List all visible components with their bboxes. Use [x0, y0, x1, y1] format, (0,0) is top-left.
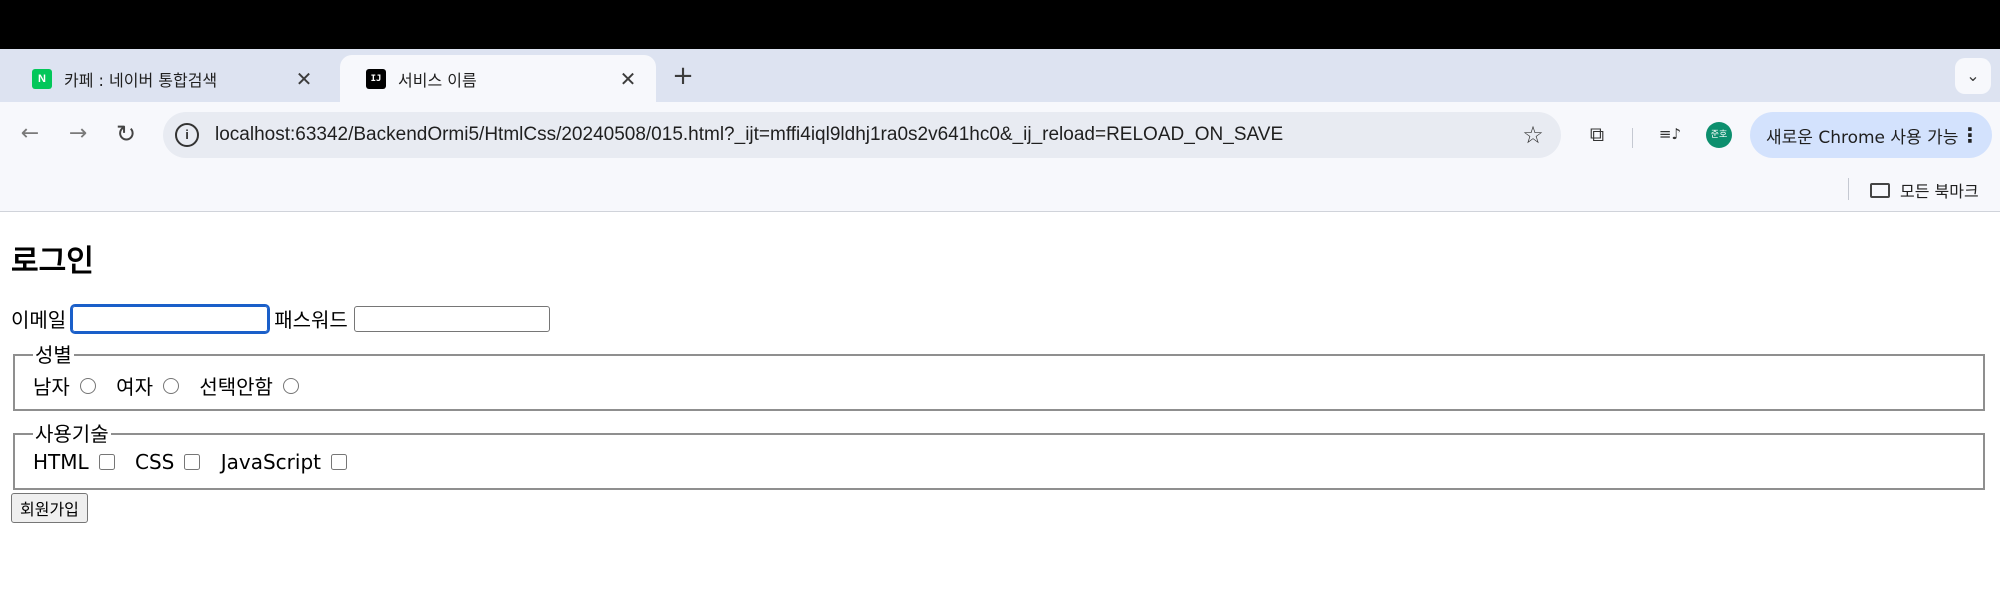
reload-button[interactable]: ↻	[108, 116, 144, 152]
gender-option-label: 남자	[33, 375, 70, 399]
gender-radio-male[interactable]	[79, 377, 96, 394]
tab-title: 서비스 이름	[398, 70, 477, 90]
tab-service-name[interactable]: IJ 서비스 이름 ✕	[340, 55, 656, 102]
site-info-icon[interactable]: i	[175, 123, 199, 147]
gender-legend: 성별	[35, 343, 72, 367]
skill-option-css: CSS	[135, 450, 206, 474]
page-content: 로그인 이메일 패스워드 성별 남자 여자 선택안함 사용기술 HTML CSS	[0, 212, 2000, 609]
bookmarks-divider	[1848, 178, 1849, 200]
naver-favicon-icon: N	[32, 68, 52, 89]
tab-search-button[interactable]: ⌄	[1955, 58, 1991, 94]
password-label: 패스워드	[274, 308, 348, 332]
more-vert-icon[interactable]: ⋮	[1960, 123, 1980, 147]
update-label: 새로운 Chrome 사용 가능	[1766, 127, 1959, 148]
skills-fieldset: 사용기술 HTML CSS JavaScript	[13, 424, 1985, 490]
gender-option-female: 여자	[116, 371, 185, 400]
signup-button[interactable]: 회원가입	[11, 493, 88, 523]
login-row: 이메일 패스워드	[11, 303, 556, 334]
skill-option-label: JavaScript	[220, 450, 321, 474]
close-icon[interactable]: ✕	[616, 67, 640, 91]
skill-option-label: HTML	[33, 450, 89, 474]
gender-option-male: 남자	[33, 371, 102, 400]
page-title: 로그인	[11, 244, 94, 279]
all-bookmarks-button[interactable]: 모든 북마크	[1870, 176, 1979, 204]
skill-option-label: CSS	[135, 450, 175, 474]
email-label: 이메일	[11, 308, 67, 332]
extensions-button[interactable]: ⧉	[1579, 116, 1615, 152]
puzzle-icon: ⧉	[1589, 122, 1605, 146]
gender-option-none: 선택안함	[199, 371, 305, 400]
password-field[interactable]	[353, 305, 550, 332]
back-button[interactable]: ←	[12, 116, 48, 152]
folder-icon	[1870, 182, 1890, 198]
email-field[interactable]	[70, 303, 271, 334]
skill-option-html: HTML	[33, 450, 121, 474]
chrome-update-button[interactable]: 새로운 Chrome 사용 가능 ⋮	[1750, 112, 1992, 158]
forward-button[interactable]: →	[60, 116, 96, 152]
skill-checkbox-html[interactable]	[98, 454, 115, 470]
skill-checkbox-css[interactable]	[184, 454, 201, 470]
address-bar[interactable]: i localhost:63342/BackendOrmi5/HtmlCss/2…	[163, 112, 1561, 158]
gender-option-label: 여자	[116, 375, 153, 399]
skill-checkbox-javascript[interactable]	[331, 454, 347, 470]
screen-top-bar	[0, 0, 2000, 49]
bookmark-star-icon[interactable]: ☆	[1513, 121, 1553, 149]
intellij-favicon-icon: IJ	[366, 68, 386, 89]
new-tab-button[interactable]: +	[668, 61, 698, 91]
all-bookmarks-label: 모든 북마크	[1900, 182, 1979, 201]
browser-toolbar: ← → ↻ i localhost:63342/BackendOrmi5/Htm…	[0, 102, 2000, 168]
media-controls-button[interactable]: ≡♪	[1652, 116, 1688, 152]
bookmarks-bar: 모든 북마크	[0, 168, 2000, 212]
toolbar-divider	[1632, 128, 1633, 148]
profile-avatar[interactable]: 준호	[1706, 122, 1732, 148]
url-text[interactable]: localhost:63342/BackendOrmi5/HtmlCss/202…	[215, 124, 1513, 146]
skills-legend: 사용기술	[35, 422, 109, 446]
skill-option-javascript: JavaScript	[221, 450, 353, 474]
arrow-left-icon: ←	[20, 121, 40, 146]
media-queue-icon: ≡♪	[1658, 125, 1682, 143]
gender-radio-female[interactable]	[162, 377, 179, 394]
gender-fieldset: 성별 남자 여자 선택안함	[13, 345, 1985, 411]
close-icon[interactable]: ✕	[292, 67, 316, 91]
tab-title: 카페 : 네이버 통합검색	[64, 70, 218, 90]
tab-naver-search[interactable]: N 카페 : 네이버 통합검색 ✕	[6, 55, 332, 102]
chevron-down-icon: ⌄	[1966, 66, 1980, 85]
tab-strip: N 카페 : 네이버 통합검색 ✕ IJ 서비스 이름 ✕	[0, 49, 2000, 102]
reload-icon: ↻	[115, 120, 137, 148]
gender-radio-none[interactable]	[282, 377, 299, 394]
gender-option-label: 선택안함	[199, 375, 273, 399]
arrow-right-icon: →	[68, 121, 88, 146]
